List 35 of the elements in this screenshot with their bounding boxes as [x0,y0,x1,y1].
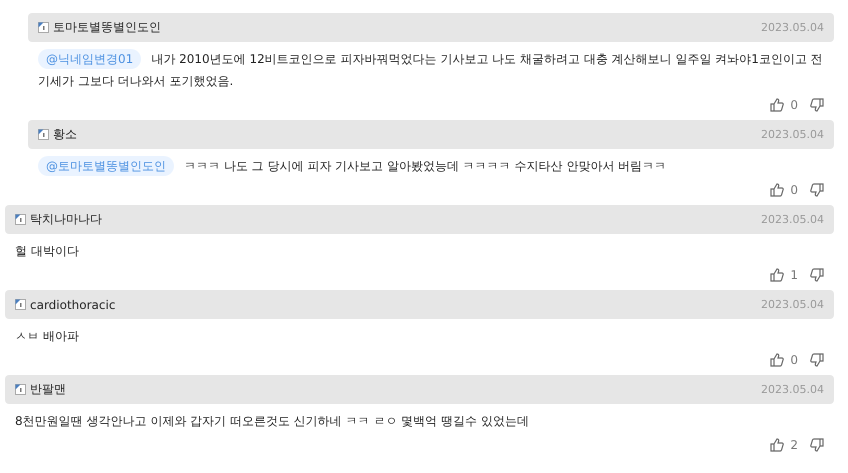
comment-text: ㅅㅂ 배아파 [15,329,79,343]
comment-date: 2023.05.04 [761,213,824,226]
thumbs-up-icon[interactable] [770,438,784,452]
author-name[interactable]: 황소 [53,126,77,143]
author-name[interactable]: 반팔맨 [30,381,66,398]
comment-text: 헐 대박이다 [15,244,79,258]
thumbs-down-icon[interactable] [810,183,824,197]
thumbs-down-icon[interactable] [810,268,824,282]
level-icon [15,299,26,310]
like-count: 0 [790,183,798,197]
thumbs-down-icon[interactable] [810,438,824,452]
thumbs-up-icon[interactable] [770,98,784,112]
comment-text: @토마토별똥별인도인 ㅋㅋㅋ 나도 그 당시에 피자 기사보고 알아봤었능데 ㅋㅋㅋㅋ 수지타산 안맞아서 버림ㅋㅋ [38,159,666,173]
like-count: 0 [790,98,798,112]
comment-date: 2023.05.04 [761,298,824,311]
comment-date: 2023.05.04 [761,21,824,34]
thumbs-down-icon[interactable] [810,353,824,367]
thumbs-up-icon[interactable] [770,353,784,367]
comment-date: 2023.05.04 [761,383,824,396]
author-name[interactable]: cardiothoracic [30,298,116,312]
author-name[interactable]: 토마토별똥별인도인 [53,19,161,36]
level-icon [15,214,26,225]
author-name[interactable]: 탁치나마나다 [30,211,102,228]
thumbs-down-icon[interactable] [810,98,824,112]
level-icon [38,22,49,33]
like-count: 0 [790,353,798,367]
thumbs-up-icon[interactable] [770,268,784,282]
comment-text: 8천만원일땐 생각안나고 이제와 갑자기 떠오른것도 신기하네 ㅋㅋ ㄹㅇ 몇백억 땡길수 있었는데 [15,414,529,428]
level-icon [15,384,26,395]
comment-text: @닉네임변경01 내가 2010년도에 12비트코인으로 피자바꿔먹었다는 기사보고 나도 채굴하려고 대충 계산해보니 일주일 켜놔야1코인이고 전기세가 그보다 더나와서 포기했었음. [38,52,823,88]
like-count: 2 [790,438,798,452]
level-icon [38,129,49,140]
thumbs-up-icon[interactable] [770,183,784,197]
comment-date: 2023.05.04 [761,128,824,141]
like-count: 1 [790,268,798,282]
